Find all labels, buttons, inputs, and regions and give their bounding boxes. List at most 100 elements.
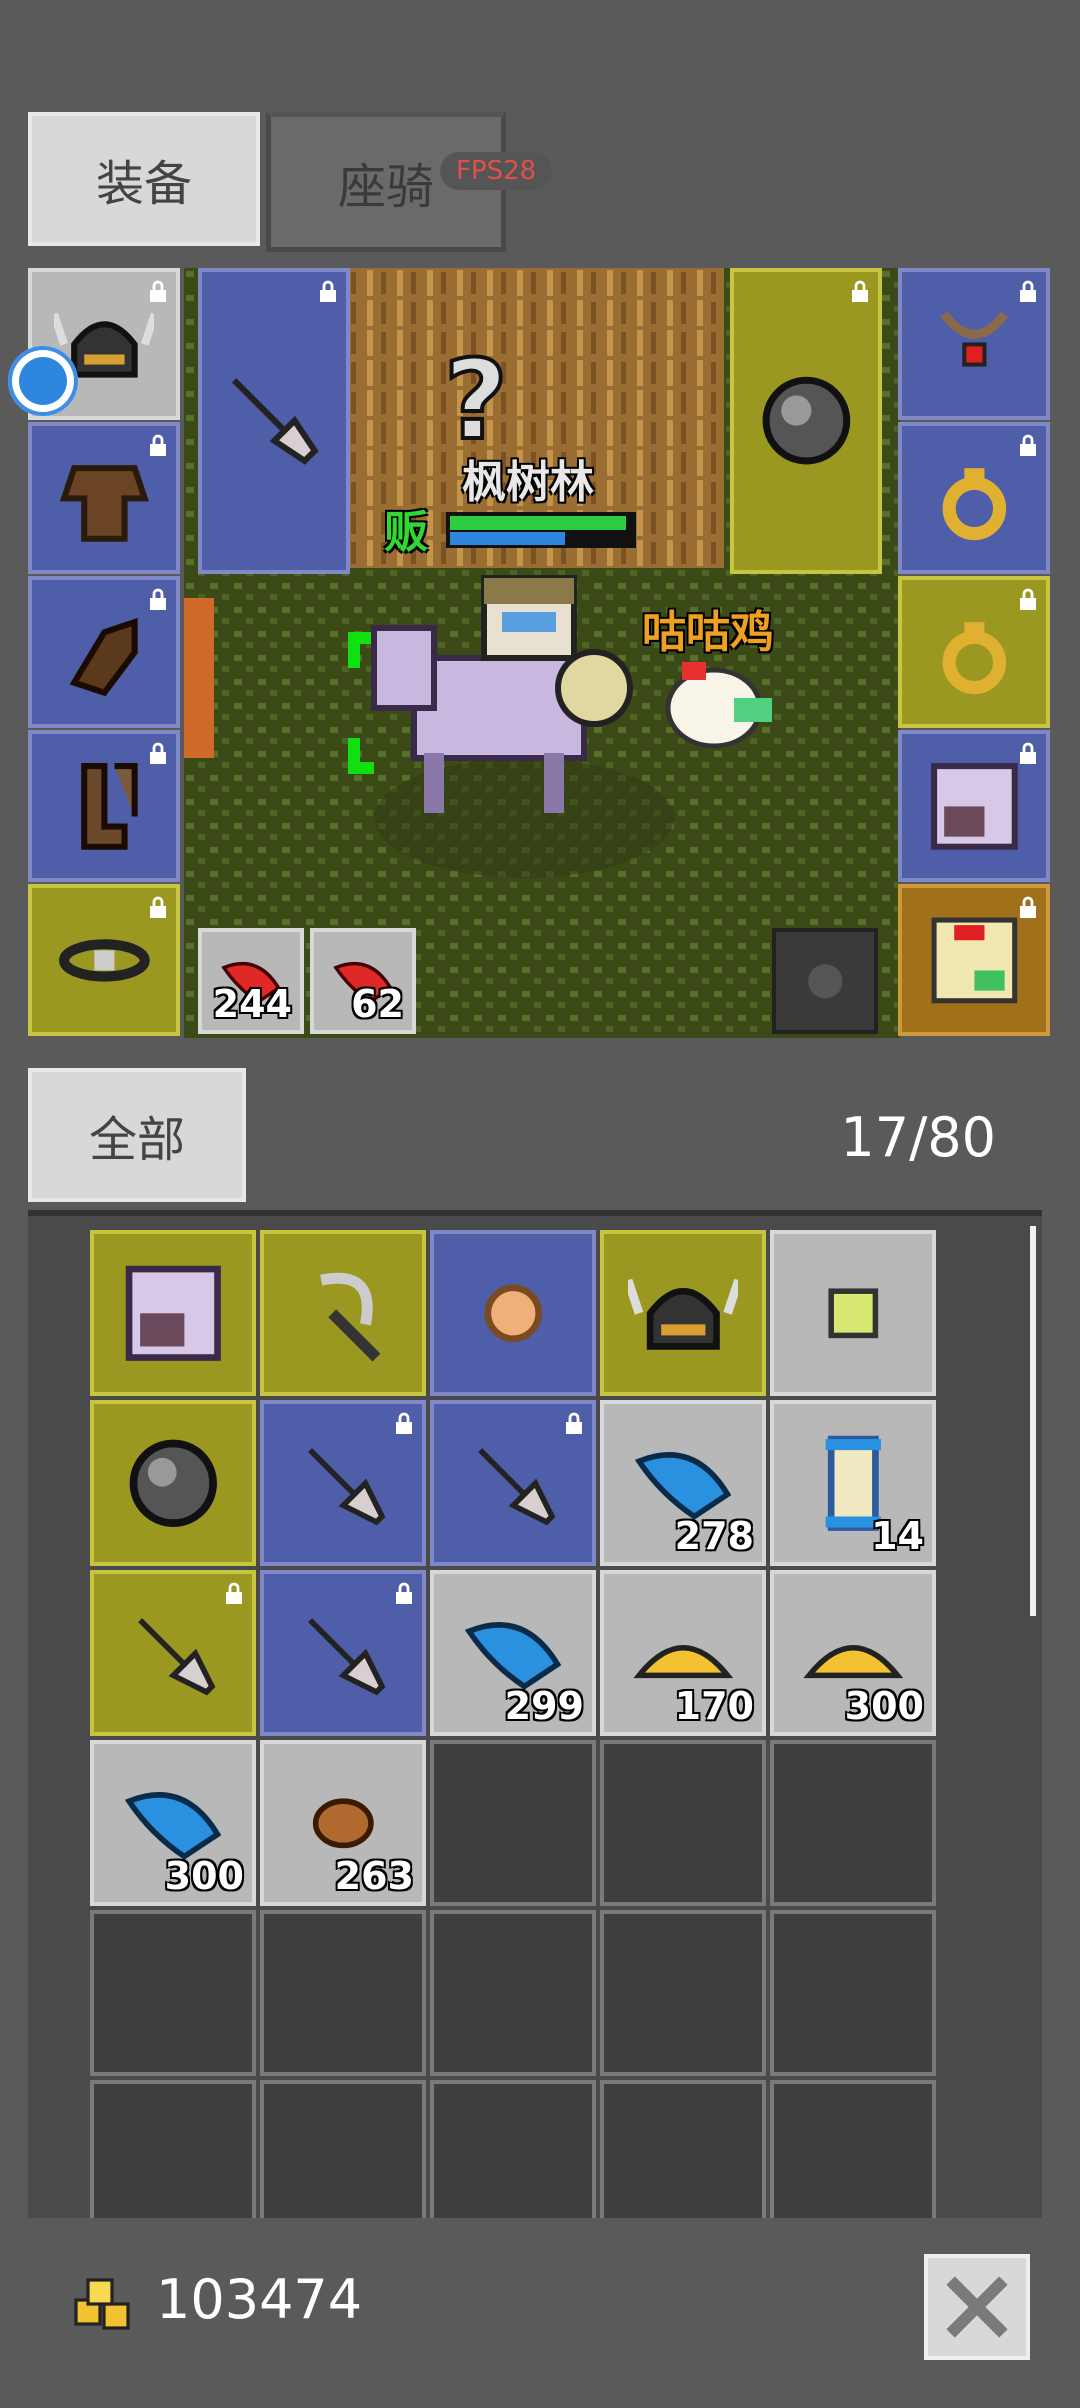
item-count: 300 <box>844 1684 924 1728</box>
equip-slot-right-5[interactable] <box>898 884 1050 1036</box>
quickbar-count-2: 62 <box>351 982 404 1026</box>
inventory-slot[interactable] <box>430 1230 596 1396</box>
inventory-slot[interactable]: 300 <box>770 1570 936 1736</box>
sickle-icon <box>319 1272 381 1362</box>
leather-armor-icon <box>59 464 149 542</box>
inventory-slot[interactable]: 278 <box>600 1400 766 1566</box>
target-icon <box>807 963 843 999</box>
auto-target-button[interactable] <box>772 928 878 1034</box>
inventory-slot-empty[interactable] <box>770 2080 936 2226</box>
inventory-slot[interactable] <box>260 1400 426 1566</box>
equip-slot-left-4[interactable] <box>28 730 180 882</box>
equip-slot-left-5[interactable] <box>28 884 180 1036</box>
location-name: 枫树林 <box>462 457 594 508</box>
inventory-slot[interactable]: 263 <box>260 1740 426 1906</box>
gold-ring-icon <box>942 467 1006 540</box>
inventory-slot[interactable] <box>90 1230 256 1396</box>
gold-amount: 103474 <box>156 2268 363 2331</box>
filter-all-label: 全部 <box>88 1112 185 1168</box>
item-count: 278 <box>674 1514 754 1558</box>
quickbar-count-1: 244 <box>212 982 292 1026</box>
round-shield-icon <box>762 377 850 465</box>
gold-coins-icon <box>74 2278 130 2330</box>
lock-icon <box>1020 588 1036 610</box>
inventory-slot-empty[interactable] <box>600 1910 766 2076</box>
inventory-slot[interactable] <box>770 1230 936 1396</box>
horse-portrait-icon <box>930 762 1018 850</box>
inventory-slot-empty[interactable] <box>600 2080 766 2226</box>
inventory-slot[interactable]: 14 <box>770 1400 936 1566</box>
chat-icon <box>19 357 67 405</box>
equip-slot-offhand[interactable] <box>730 268 882 574</box>
equip-slot-right-3[interactable] <box>898 576 1050 728</box>
scrollbar[interactable] <box>1030 1226 1036 1616</box>
quickbar-slot-2[interactable]: 62 <box>310 928 416 1034</box>
item-count: 263 <box>334 1854 414 1898</box>
item-count: 14 <box>871 1514 924 1558</box>
inventory-slot[interactable]: 299 <box>430 1570 596 1736</box>
inventory-slot-empty[interactable] <box>90 2080 256 2226</box>
viking-helmet-icon <box>627 1278 739 1350</box>
lock-icon <box>150 742 166 764</box>
dagger-icon <box>307 1617 386 1696</box>
equip-slot-right-1[interactable] <box>898 268 1050 420</box>
fps-indicator: FPS28 <box>440 152 553 190</box>
close-button[interactable] <box>924 2254 1030 2360</box>
dagger-icon <box>137 1617 216 1696</box>
lock-icon <box>150 434 166 456</box>
inventory-slot[interactable] <box>90 1570 256 1736</box>
inventory-slot[interactable] <box>430 1400 596 1566</box>
inventory-slot[interactable]: 170 <box>600 1570 766 1736</box>
equip-slot-left-3[interactable] <box>28 576 180 728</box>
lock-icon <box>1020 742 1036 764</box>
inventory-slot-empty[interactable] <box>260 1910 426 2076</box>
horse-portrait-icon <box>125 1265 221 1361</box>
green-cube-icon <box>828 1288 878 1338</box>
hp-bar <box>450 516 626 530</box>
inventory-slot-empty[interactable] <box>90 1910 256 2076</box>
quickbar-slot-1[interactable]: 244 <box>198 928 304 1034</box>
inventory-slot[interactable]: 300 <box>90 1740 256 1906</box>
inventory-slot-empty[interactable] <box>770 1740 936 1906</box>
filter-all-button[interactable]: 全部 <box>28 1068 246 1202</box>
mp-bar <box>450 532 565 545</box>
pet-name: 咕咕鸡 <box>642 607 774 658</box>
lock-icon <box>150 896 166 918</box>
close-icon <box>946 2276 1008 2338</box>
chat-bubble-button[interactable] <box>8 346 78 416</box>
inventory-slot[interactable] <box>600 1230 766 1396</box>
lock-icon <box>150 588 166 610</box>
inventory-slot[interactable] <box>90 1400 256 1566</box>
lock-icon <box>396 1412 412 1434</box>
inventory-slot-empty[interactable] <box>430 1910 596 2076</box>
equip-slot-weapon[interactable] <box>198 268 350 574</box>
ruby-necklace-icon <box>940 310 1008 367</box>
item-count: 300 <box>164 1854 244 1898</box>
lock-icon <box>320 280 336 302</box>
tab-mount-label: 座骑 <box>337 159 434 215</box>
inventory-slot[interactable] <box>260 1230 426 1396</box>
leather-boots-icon <box>80 762 138 850</box>
equip-slot-left-2[interactable] <box>28 422 180 574</box>
inventory-slot[interactable] <box>260 1570 426 1736</box>
item-count: 299 <box>504 1684 584 1728</box>
round-shield-icon <box>129 1439 217 1527</box>
equip-slot-right-2[interactable] <box>898 422 1050 574</box>
lock-icon <box>226 1582 242 1604</box>
lock-icon <box>1020 896 1036 918</box>
lock-icon <box>1020 434 1036 456</box>
inventory-slot-empty[interactable] <box>770 1910 936 2076</box>
quest-mark: ? <box>444 336 508 464</box>
fps-label: FPS28 <box>456 156 537 186</box>
inventory-slot-empty[interactable] <box>430 1740 596 1906</box>
belt-icon <box>58 938 150 982</box>
inventory-slot-empty[interactable] <box>260 2080 426 2226</box>
tab-equip[interactable]: 装备 <box>28 112 260 246</box>
inventory-panel[interactable]: 278 14 299 170 300 300 263 <box>28 1210 1042 2226</box>
inventory-slot-empty[interactable] <box>600 1740 766 1906</box>
equip-slot-right-4[interactable] <box>898 730 1050 882</box>
inventory-slot-empty[interactable] <box>430 2080 596 2226</box>
lock-icon <box>150 280 166 302</box>
lock-icon <box>566 1412 582 1434</box>
dagger-icon <box>307 1447 386 1526</box>
